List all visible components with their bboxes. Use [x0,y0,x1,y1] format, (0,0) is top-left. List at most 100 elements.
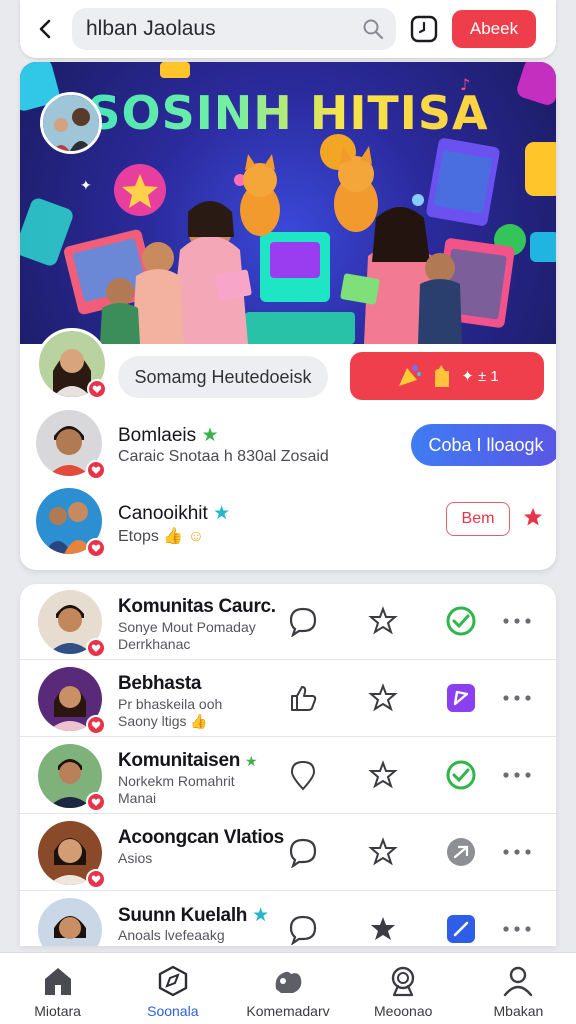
list-subtitle-line: Sonye Mout Pomaday [118,619,256,635]
more-button[interactable] [500,681,534,715]
comment-button[interactable] [286,604,320,638]
check-circle-icon [446,760,476,790]
list-subtitle: Sonye Mout Pomaday Derrkhanac [118,619,256,653]
status-button[interactable] [444,835,478,869]
owner-avatar[interactable] [36,328,108,400]
list-item[interactable]: Bebhasta Pr bhaskeila ooh Saony ltigs 👍 [20,661,556,737]
timer-button[interactable] [396,5,452,53]
list-subtitle-text: Saony ltigs [118,713,187,729]
list-subtitle-line: Norkekm Romahrit [118,773,235,789]
send-square-icon [447,684,475,712]
list-item[interactable]: Acoongcan Vlatios Asios [20,815,556,891]
list-title: Komunitas Caurc. [118,596,276,617]
favorite-button[interactable] [366,758,400,792]
comment-button[interactable] [286,912,320,946]
community-card: ♪ ✦ SOSINH HITISA Somamg Heutedoeisk ✦ ±… [20,62,556,570]
chevron-left-icon [39,19,51,39]
edit-square-icon [447,915,475,943]
send-circle-icon [447,838,475,866]
favorite-button[interactable] [366,835,400,869]
member-name-text: Canooikhit [118,503,208,524]
list-item[interactable]: Komunitaisen ★ Norkekm Romahrit Manai [20,738,556,814]
heart-icon [92,385,102,393]
join-label: ✦ ± 1 [461,368,499,385]
search-icon[interactable] [362,18,384,40]
list-avatar [38,744,106,812]
community-list: Komunitas Caurc. Sonye Mout Pomaday Derrk… [20,584,556,946]
list-subtitle: Norkekm Romahrit Manai [118,773,235,807]
thumbs-up-outline-icon [291,686,317,711]
verified-badge [86,715,106,735]
star-filled-icon [371,917,395,940]
svg-text:✦: ✦ [80,178,92,194]
favorite-button[interactable] [366,681,400,715]
top-action-button[interactable]: Abeek [452,10,536,48]
check-circle-icon [446,606,476,636]
search-value: hlban Jaolaus [86,17,216,40]
verified-badge [87,379,107,399]
home-icon [44,968,71,995]
heart-icon [91,466,101,474]
list-subtitle-line: Saony ltigs 👍 [118,713,222,730]
heart-icon [91,875,101,883]
member-avatar[interactable] [36,488,106,558]
list-subtitle-line: Anoals lvefeaakg [118,927,225,943]
nav-item-explore[interactable]: Soonala [115,953,230,1024]
profile-icon [504,966,533,997]
outline-action-button[interactable]: Bem [446,502,510,536]
list-subtitle: Asios [118,850,152,867]
nav-item-community[interactable]: Komemadarv [230,953,345,1024]
heart-icon [91,798,101,806]
more-icon [503,926,531,932]
status-button[interactable] [444,912,478,946]
list-avatar [38,590,106,658]
thumbs-up-icon: 👍 [163,528,184,545]
list-subtitle-line: Derrkhanac [118,636,191,652]
favorite-button[interactable] [366,604,400,638]
nav-item-badges[interactable]: Meoonao [346,953,461,1024]
list-avatar [38,821,106,889]
list-avatar [38,667,106,735]
location-pin-icon [290,760,316,791]
status-button[interactable] [444,604,478,638]
top-bar: hlban Jaolaus Abeek [20,0,556,58]
nav-item-profile[interactable]: Mbakan [461,953,576,1024]
bottom-navigation: Miotara Soonala Komemadarv Meoonao Mbaka… [0,952,576,1024]
member-avatar[interactable] [36,410,106,480]
nav-label: Mbakan [493,1003,544,1019]
member-row: Canooikhit ★ Etops 👍 ☺ Bem [36,488,546,560]
star-icon[interactable] [522,506,544,528]
list-title: Acoongcan Vlatios [118,827,284,848]
community-icon [275,971,302,993]
member-name: Bomlaeis ★ [118,424,218,447]
back-button[interactable] [20,5,72,53]
more-button[interactable] [500,758,534,792]
list-item[interactable]: Komunitas Caurc. Sonye Mout Pomaday Derrk… [20,584,556,660]
join-button[interactable]: ✦ ± 1 [350,352,544,400]
member-row: Bomlaeis ★ Caraic Snotaa h 830al Zosaid … [36,410,556,482]
status-button[interactable] [444,681,478,715]
follow-button[interactable]: Coba I lloaogk [411,424,556,466]
heart-icon [91,721,101,729]
comment-button[interactable] [286,835,320,869]
reaction-button[interactable] [286,681,320,715]
location-button[interactable] [286,758,320,792]
list-title-text: Suunn Kuelalh [118,905,248,926]
heart-icon [91,644,101,652]
list-item[interactable]: Suunn Kuelalh ★ Anoals lvefeaakg [20,892,556,946]
star-outline-icon [368,606,398,635]
search-input[interactable]: hlban Jaolaus [72,8,396,50]
verified-badge [86,869,106,889]
list-subtitle: Pr bhaskeila ooh Saony ltigs 👍 [118,696,222,730]
list-title: Komunitaisen ★ [118,750,258,772]
banner-avatar[interactable] [40,92,102,154]
list-avatar [38,898,104,946]
favorite-button[interactable] [366,912,400,946]
more-button[interactable] [500,835,534,869]
nav-item-home[interactable]: Miotara [0,953,115,1024]
community-info-pill[interactable]: Somamg Heutedoeisk [118,356,328,398]
more-button[interactable] [500,604,534,638]
status-button[interactable] [444,758,478,792]
verified-badge [86,538,106,558]
more-button[interactable] [500,912,534,946]
